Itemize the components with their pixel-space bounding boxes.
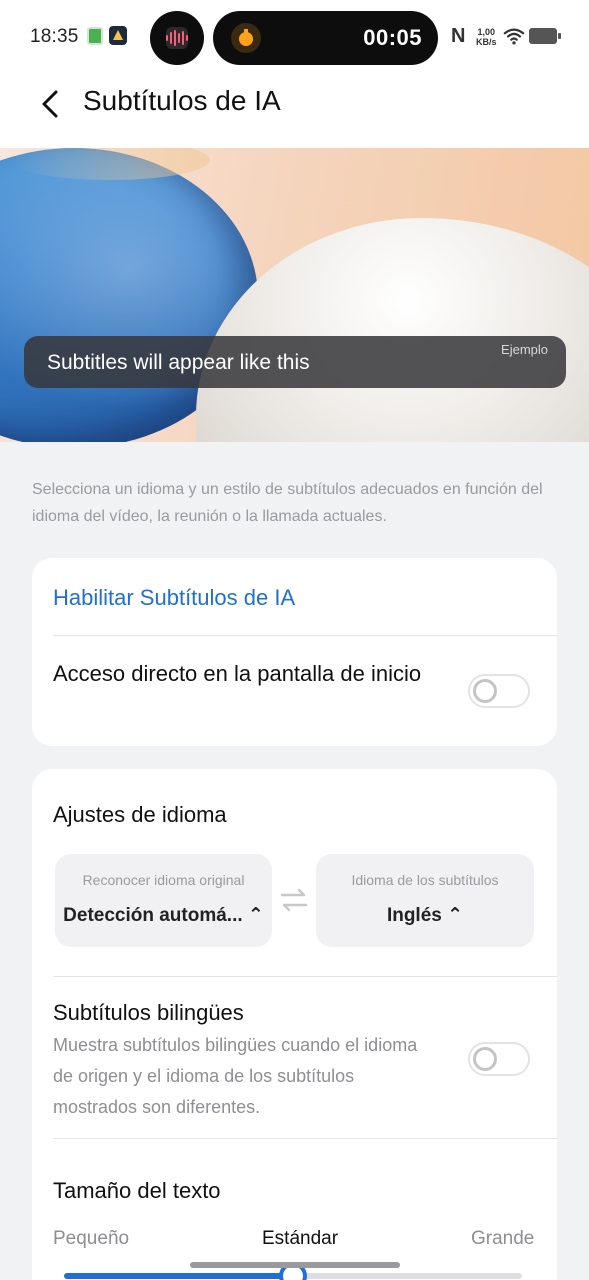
page-title: Subtítulos de IA [83,85,281,116]
wifi-icon [503,28,525,45]
page-description: Selecciona un idioma y un estilo de subt… [32,481,543,525]
home-shortcut-toggle[interactable] [468,674,530,708]
enable-ai-subtitles-link[interactable]: Habilitar Subtítulos de IA [53,585,295,611]
recording-island[interactable] [150,11,204,65]
gallery-notification-icon [87,27,103,45]
subtitle-language-value: Inglés ⌃ [386,905,464,926]
screen: 18:35 00:05 N 1,00 KB/s Subtítulos de IA… [0,0,589,1280]
subtitle-preview: Subtitles will appear like this Ejemplo [0,148,589,442]
home-shortcut-label: Acceso directo en la pantalla de inicio [53,661,422,686]
divider [53,976,557,977]
app-notification-icon [109,26,127,45]
back-arrow-icon[interactable] [36,88,68,120]
text-size-small-label[interactable]: Pequeño [53,1228,129,1250]
subtitle-language-selector[interactable]: Idioma de los subtítulos Inglés ⌃ [316,854,534,947]
network-speed-value: 1,00 [477,27,496,37]
text-size-standard-label[interactable]: Estándar [262,1228,338,1250]
preview-background-rock [196,218,589,442]
subtitle-language-caption: Idioma de los subtítulos [351,872,499,888]
toggle-knob [473,679,497,703]
toggle-knob [473,1047,497,1071]
source-language-selector[interactable]: Reconocer idioma original Detección auto… [55,854,272,947]
battery-icon [529,28,561,44]
network-speed: 1,00 KB/s [476,27,497,47]
bilingual-subtitles-toggle[interactable] [468,1042,530,1076]
example-tag: Ejemplo [501,342,548,357]
subtitle-sample-text: Subtitles will appear like this [47,351,310,374]
source-language-value: Detección automá... ⌃ [63,905,264,926]
bilingual-subtitles-label: Subtítulos bilingües [53,1000,244,1025]
app-header: Subtítulos de IA [0,74,589,148]
divider [53,635,557,636]
nfc-icon: N [451,25,466,47]
settings-card: Ajustes de idioma Reconocer idioma origi… [32,769,557,1280]
source-language-caption: Reconocer idioma original [82,872,245,888]
language-settings-heading: Ajustes de idioma [53,802,227,827]
text-size-large-label[interactable]: Grande [471,1228,534,1250]
audio-wave-icon [166,27,188,49]
bilingual-subtitles-description: Muestra subtítulos bilingües cuando el i… [53,1035,418,1117]
text-size-slider[interactable] [64,1262,522,1280]
subtitle-sample: Subtitles will appear like this Ejemplo [24,336,566,388]
divider [53,1138,557,1139]
swap-languages-icon[interactable] [278,886,310,914]
network-speed-unit: KB/s [476,37,497,47]
slider-fill [64,1273,293,1279]
home-indicator[interactable] [190,1262,400,1268]
timer-value: 00:05 [363,25,422,50]
text-size-heading: Tamaño del texto [53,1178,221,1203]
status-bar: 18:35 00:05 N 1,00 KB/s [0,0,589,74]
timer-island[interactable]: 00:05 [213,11,438,65]
status-time: 18:35 [30,26,79,47]
enable-card: Habilitar Subtítulos de IA Acceso direct… [32,558,557,746]
stopwatch-icon [231,23,261,53]
